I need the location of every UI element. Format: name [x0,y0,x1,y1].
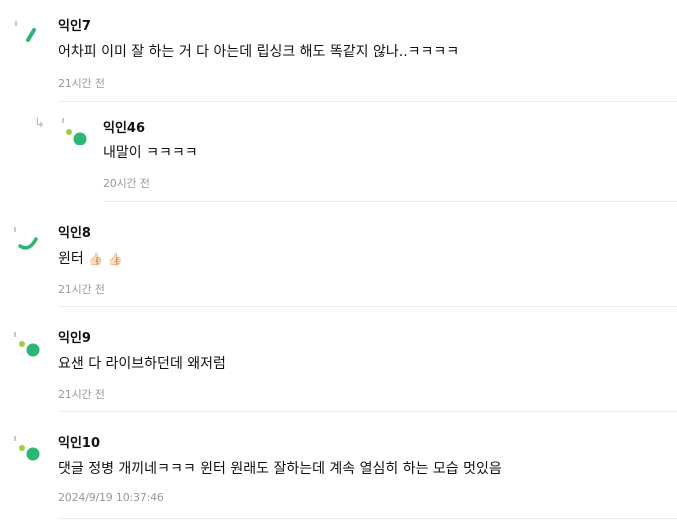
comment-author[interactable]: 익인9 [58,327,91,346]
comment-author[interactable]: 익인7 [58,15,91,34]
divider [58,101,677,102]
divider [103,201,677,202]
comment-author[interactable]: 익인10 [58,432,100,451]
green-dots-avatar-icon[interactable] [12,329,42,359]
comment-text: 어차피 이미 잘 하는 거 다 아는데 립싱크 해도 똑같지 않나..ㅋㅋㅋㅋ [58,44,460,60]
comment-time: 21시간 전 [58,388,105,401]
green-arc-avatar-icon[interactable] [12,225,42,255]
comment-item: 익인7 어차피 이미 잘 하는 거 다 아는데 립싱크 해도 똑같지 않나..ㅋ… [0,0,677,103]
comment-text: 윈터 👍🏻 👍🏻 [58,248,123,268]
divider [58,518,677,519]
comment-time: 21시간 전 [58,283,105,296]
comment-author[interactable]: 익인46 [103,117,145,136]
comment-text: 내말이 ㅋㅋㅋㅋ [103,145,198,161]
reply-arrow-icon: ↳ [34,116,45,131]
thumbs-up-icon: 👍🏻 [107,252,123,266]
reply-comment-item: ↳ 익인46 내말이 ㅋㅋㅋㅋ 20시간 전 [0,103,677,203]
thumbs-up-icon: 👍🏻 [88,252,104,266]
comment-time: 2024/9/19 10:37:46 [58,491,164,504]
comment-item: 익인9 요샌 다 라이브하던데 왜저럼 21시간 전 [0,309,677,413]
comment-author[interactable]: 익인8 [58,222,91,241]
divider [58,411,677,412]
comment-text: 요샌 다 라이브하던데 왜저럼 [58,356,226,372]
divider [58,306,677,307]
comment-time: 20시간 전 [103,177,150,190]
green-slash-avatar-icon[interactable] [12,18,42,48]
comment-item: 익인8 윈터 👍🏻 👍🏻 21시간 전 [0,203,677,309]
comment-time: 21시간 전 [58,77,105,90]
green-dots-avatar-icon[interactable] [60,115,90,145]
comment-text: 댓글 정병 개끼네ㅋㅋㅋ 윈터 원래도 잘하는데 계속 열심히 하는 모습 멋있… [58,461,502,477]
comment-text-prefix: 윈터 [58,251,84,267]
comment-item: 익인10 댓글 정병 개끼네ㅋㅋㅋ 윈터 원래도 잘하는데 계속 열심히 하는 … [0,413,677,520]
green-dots-avatar-icon[interactable] [12,433,42,463]
